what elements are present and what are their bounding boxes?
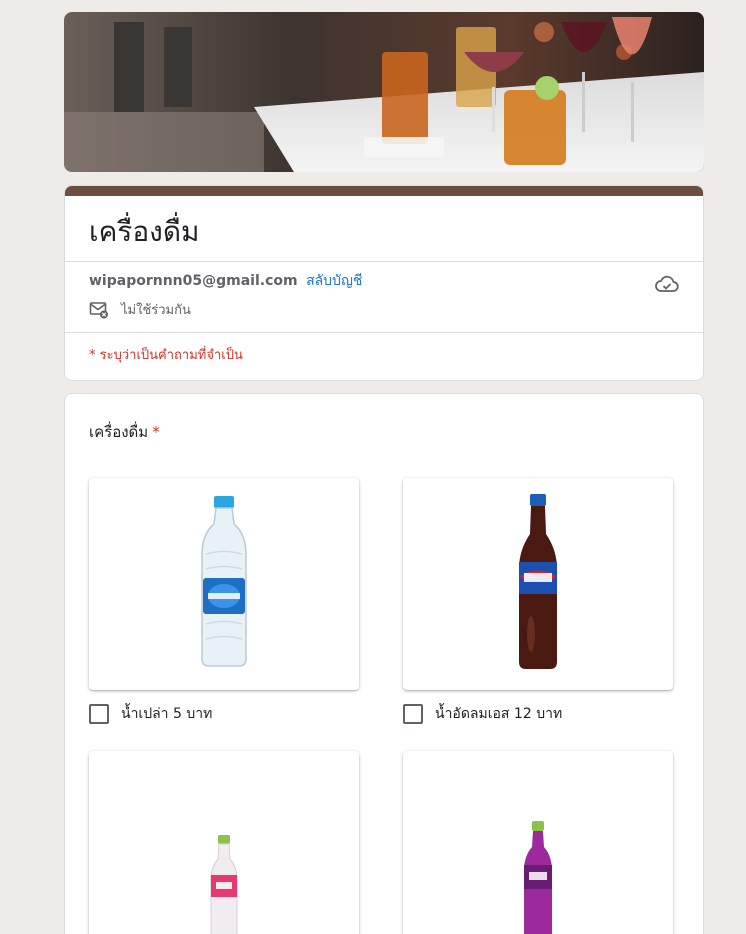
option-image xyxy=(403,751,673,934)
account-email: wipapornnn05@gmail.com xyxy=(89,273,298,289)
not-shared-row: ไม่ใช้ร่วมกัน xyxy=(89,299,191,320)
option-est-cola: น้ำอัดลมเอส 12 บาท xyxy=(403,478,673,725)
option-label: น้ำอัดลมเอส 12 บาท xyxy=(435,706,563,722)
option-label-row: น้ำอัดลมเอส 12 บาท xyxy=(403,703,673,725)
not-shared-label: ไม่ใช้ร่วมกัน xyxy=(121,303,191,318)
purple-soda-bottle-image xyxy=(524,821,552,934)
est-cola-bottle-image xyxy=(519,494,557,669)
option-image xyxy=(403,478,673,690)
form-header-card: เครื่องดื่ม wipapornnn05@gmail.com สลับบ… xyxy=(64,185,704,381)
required-note: * ระบุว่าเป็นคำถามที่จำเป็น xyxy=(89,348,243,363)
divider xyxy=(65,261,703,262)
cloud-saved-icon[interactable] xyxy=(655,274,679,294)
option-pink-soda xyxy=(89,751,359,934)
account-row: wipapornnn05@gmail.com สลับบัญชี xyxy=(89,271,362,291)
header-accent-bar xyxy=(65,186,703,196)
header-banner-image xyxy=(64,12,704,172)
required-asterisk: * xyxy=(152,423,160,441)
question-title: เครื่องดื่ม * xyxy=(89,420,160,444)
option-label: น้ำเปล่า 5 บาท xyxy=(121,706,213,722)
pink-soda-bottle-image xyxy=(210,835,238,934)
option-image xyxy=(89,751,359,934)
option-label-row: น้ำเปล่า 5 บาท xyxy=(89,703,359,725)
switch-account-link[interactable]: สลับบัญชี xyxy=(306,273,362,289)
question-card: เครื่องดื่ม * น้ำเปล่า 5 บาท น้ำอัดลมเอส… xyxy=(64,393,704,934)
option-checkbox[interactable] xyxy=(89,704,109,724)
question-title-text: เครื่องดื่ม xyxy=(89,423,149,441)
option-image xyxy=(89,478,359,690)
option-checkbox[interactable] xyxy=(403,704,423,724)
mail-not-shared-icon xyxy=(89,301,108,318)
option-purple-soda xyxy=(403,751,673,934)
option-water: น้ำเปล่า 5 บาท xyxy=(89,478,359,725)
divider xyxy=(65,332,703,333)
form-title: เครื่องดื่ม xyxy=(89,215,200,248)
water-bottle-image xyxy=(201,496,247,667)
